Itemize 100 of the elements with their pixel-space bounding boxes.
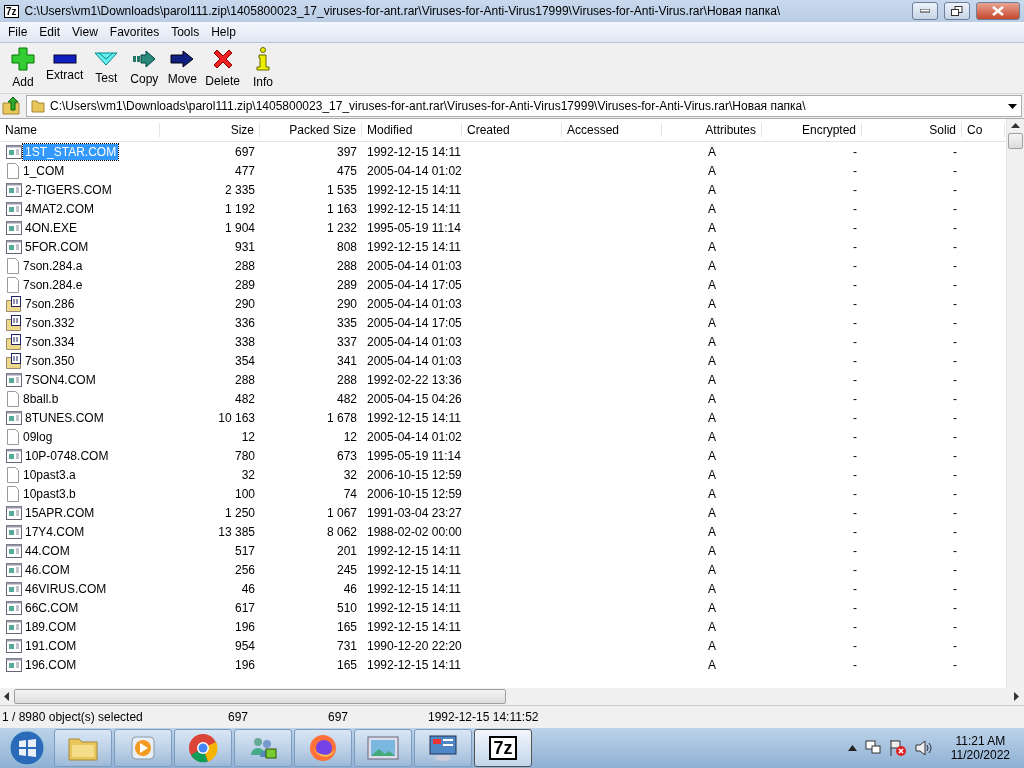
file-name[interactable]: 46.COM [23, 561, 72, 578]
table-cell-text: - [952, 258, 958, 273]
table-cell-text: A [707, 277, 717, 292]
table-cell-text: A [707, 220, 717, 235]
file-name[interactable]: 7son.284.e [21, 276, 85, 293]
table-cell-text: - [852, 296, 858, 311]
table-cell-text: 336 [233, 315, 256, 330]
taskbar-button[interactable] [414, 729, 472, 767]
menu-item[interactable]: View [66, 25, 104, 39]
file-icon [6, 428, 20, 445]
taskbar-button[interactable] [234, 729, 292, 767]
file-name[interactable]: 7son.334 [23, 333, 77, 350]
column-header[interactable]: Co [962, 123, 1005, 137]
column-header[interactable]: Solid [862, 123, 962, 137]
table-cell-text: 256 [233, 562, 256, 577]
show-hidden-icons[interactable] [847, 745, 857, 751]
file-name[interactable]: 44.COM [23, 542, 72, 559]
table-cell-text: - [852, 353, 858, 368]
file-name[interactable]: 4ON.EXE [23, 219, 80, 236]
file-name[interactable]: 15APR.COM [23, 504, 97, 521]
file-name[interactable]: 7son.284.a [21, 257, 85, 274]
file-name[interactable]: 5FOR.COM [23, 238, 91, 255]
file-name[interactable]: 66C.COM [23, 599, 81, 616]
file-name[interactable]: 7son.286 [23, 295, 77, 312]
extract-button[interactable]: Extract [42, 54, 88, 82]
file-name[interactable]: 10past3.a [21, 466, 78, 483]
file-name[interactable]: 191.COM [23, 637, 79, 654]
table-cell-text: 100 [233, 486, 256, 501]
scroll-thumb[interactable] [14, 689, 506, 704]
table-cell-text: - [852, 391, 858, 406]
file-name[interactable]: 4MAT2.COM [23, 200, 97, 217]
binary-file-icon [6, 352, 22, 369]
clock[interactable]: 11:21 AM 11/20/2022 [950, 734, 1010, 762]
menu-item[interactable]: Favorites [103, 25, 166, 39]
plus-icon [11, 47, 35, 71]
scroll-right-icon[interactable] [1014, 692, 1020, 701]
scroll-left-icon[interactable] [4, 692, 10, 701]
file-name[interactable]: 1_COM [21, 162, 67, 179]
file-name[interactable]: 8ball.b [21, 390, 61, 407]
column-header[interactable]: Encrypted [762, 123, 862, 137]
table-cell-text: - [952, 448, 958, 463]
vertical-scrollbar[interactable] [1006, 119, 1024, 688]
table-cell-text: 954 [233, 638, 256, 653]
network-icon[interactable] [864, 740, 881, 756]
file-name[interactable]: 7SON4.COM [23, 371, 98, 388]
restore-button[interactable] [944, 2, 970, 20]
taskbar-button[interactable] [294, 729, 352, 767]
delete-button[interactable]: Delete [201, 48, 245, 88]
column-header[interactable]: Attributes [662, 123, 762, 137]
table-cell-text: A [707, 600, 717, 615]
binary-file-icon [6, 333, 22, 350]
file-name[interactable]: 10P-0748.COM [23, 447, 111, 464]
file-name[interactable]: 17Y4.COM [23, 523, 87, 540]
file-name[interactable]: 46VIRUS.COM [23, 580, 109, 597]
menu-item[interactable]: Edit [33, 25, 67, 39]
table-cell-text: 2005-04-15 04:26 [366, 391, 462, 406]
taskbar-button[interactable] [174, 729, 232, 767]
table-cell-text: - [952, 543, 958, 558]
file-name[interactable]: 7son.332 [23, 314, 77, 331]
horizontal-scrollbar[interactable] [0, 688, 1024, 705]
menu-item[interactable]: File [2, 25, 34, 39]
volume-icon[interactable] [914, 740, 933, 756]
program-icon [6, 505, 22, 520]
table-cell-text: A [707, 296, 717, 311]
file-name[interactable]: 2-TIGERS.COM [23, 181, 114, 198]
file-name[interactable]: 7son.350 [23, 352, 77, 369]
flag-icon[interactable] [888, 739, 907, 757]
file-name[interactable]: 8TUNES.COM [23, 409, 106, 426]
dropdown-arrow-icon[interactable] [1008, 103, 1017, 109]
table-cell-text: - [852, 315, 858, 330]
minimize-button[interactable] [912, 2, 938, 20]
move-button[interactable]: Move [163, 50, 202, 86]
file-name[interactable]: 189.COM [23, 618, 79, 635]
scroll-thumb[interactable] [1008, 133, 1023, 149]
column-header[interactable]: Accessed [562, 123, 662, 137]
column-header[interactable]: Packed Size [260, 123, 362, 137]
test-button[interactable]: Test [87, 51, 126, 85]
taskbar-button[interactable] [114, 729, 172, 767]
column-header[interactable]: Created [462, 123, 562, 137]
status-text: 1 / 8980 object(s) selected [1, 710, 144, 724]
copy-button[interactable]: Copy [125, 50, 164, 86]
table-cell-text: 1992-12-15 14:11 [366, 201, 462, 216]
file-name[interactable]: 10past3.b [21, 485, 78, 502]
taskbar-button[interactable]: 7z [474, 729, 532, 767]
minimize-icon [920, 9, 930, 13]
play-icon [130, 735, 156, 761]
file-name[interactable]: 196.COM [23, 656, 79, 673]
up-folder-icon[interactable] [2, 97, 22, 115]
table-cell-text: - [952, 467, 958, 482]
column-header[interactable]: Size [160, 123, 260, 137]
column-header[interactable]: Name [0, 123, 160, 137]
menu-item[interactable]: Help [205, 25, 242, 39]
info-button[interactable]: Info [244, 47, 283, 89]
address-field[interactable]: C:\Users\vm1\Downloads\parol111.zip\1405800023_17_viruses-for-ant.rar\Viruses-for-Anti-Virus17999\Viruses-for-Anti-Virus.rar\Новая папка\ [26, 95, 1022, 117]
menu-item[interactable]: Tools [165, 25, 206, 39]
column-header[interactable]: Modified [362, 123, 462, 137]
table-cell-text: A [707, 144, 717, 159]
file-name[interactable]: 09log [21, 428, 55, 445]
close-button[interactable] [976, 2, 1020, 20]
add-button[interactable]: Add [4, 47, 42, 89]
